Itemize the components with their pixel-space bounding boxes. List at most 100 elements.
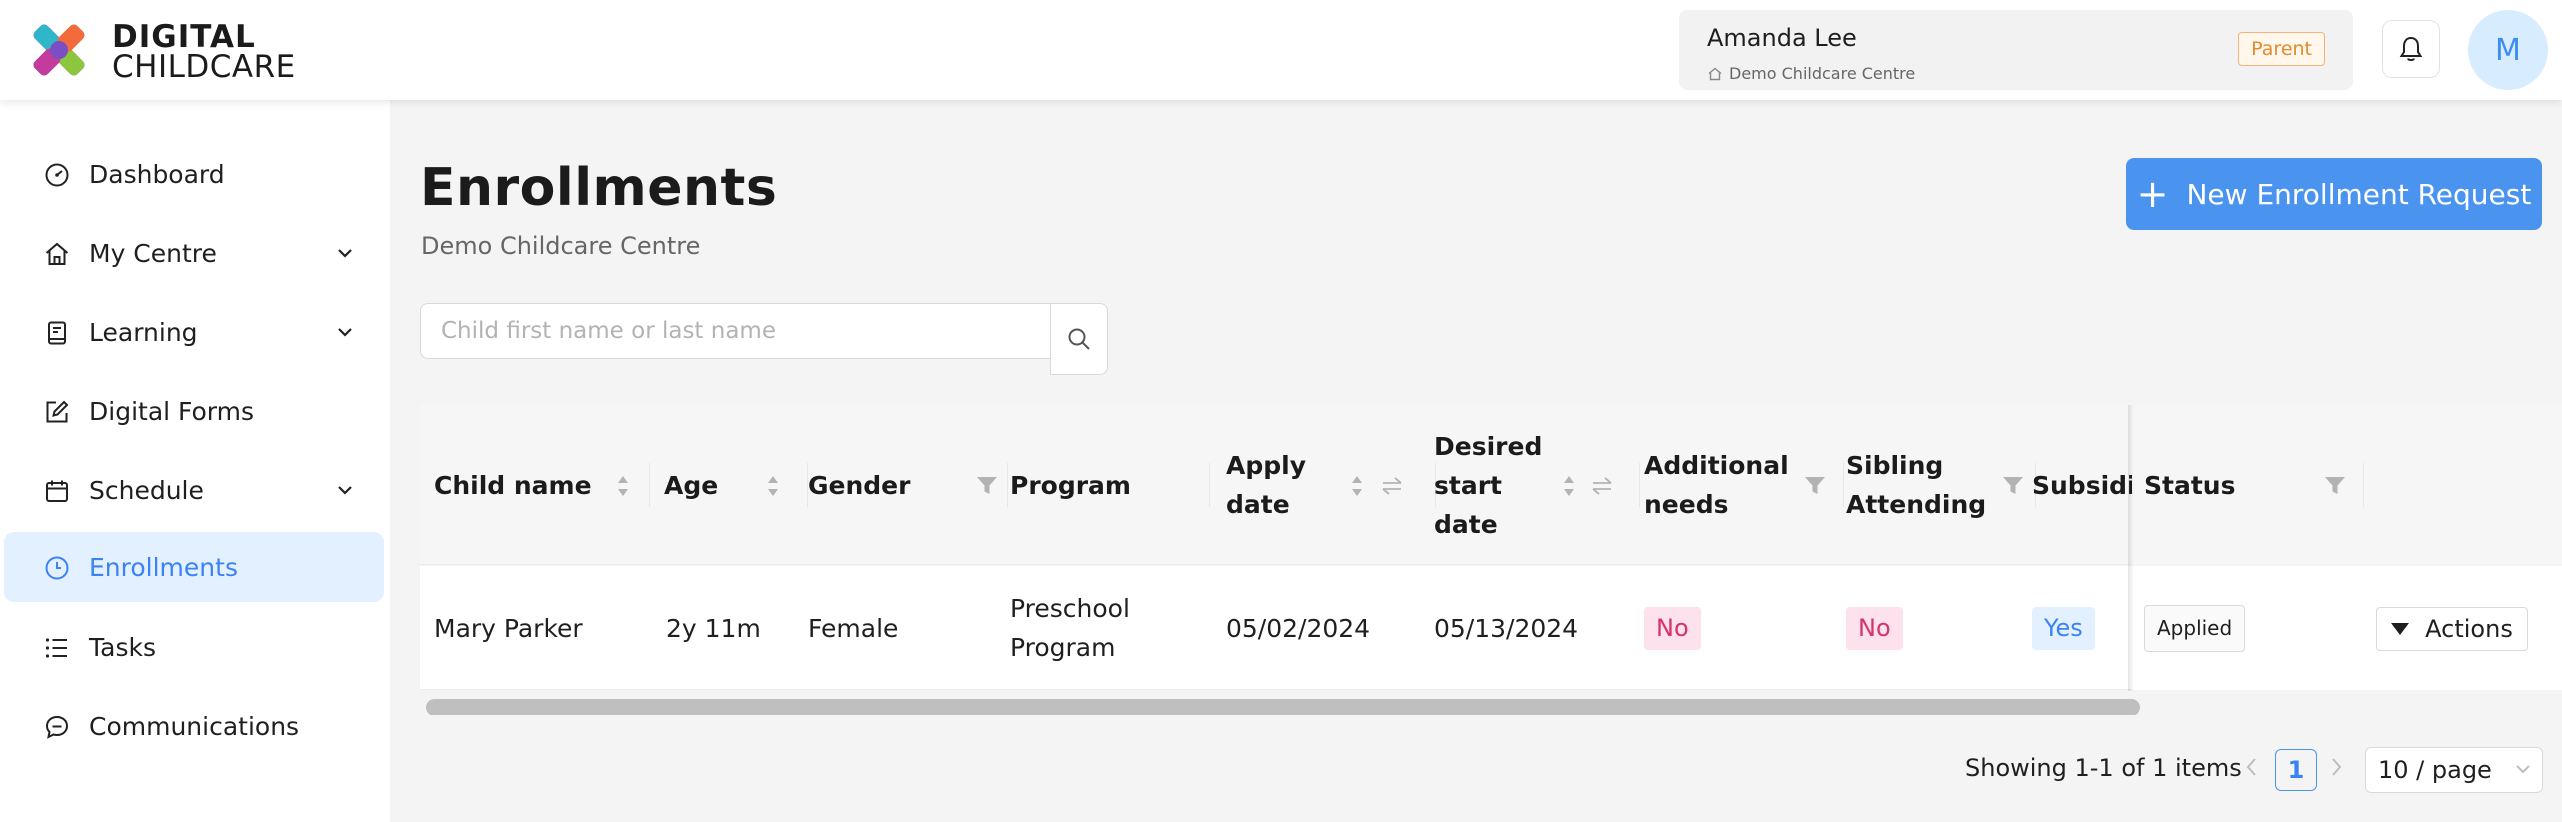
search-icon [1068,328,1090,350]
sidebar-item-label: Digital Forms [89,396,255,426]
sidebar-item-label: Schedule [89,475,204,505]
role-badge: Parent [2238,32,2325,66]
filter-icon[interactable] [1804,476,1826,496]
page-title: Enrollments [420,158,778,218]
cell-additional-needs: No [1644,566,1701,690]
cell-subsidized: Yes [2032,566,2095,690]
filter-icon[interactable] [2002,476,2024,496]
brand-name-line1: DIGITAL [112,19,256,55]
swap-arrows-icon[interactable] [1380,475,1404,497]
new-enrollment-request-button[interactable]: + New Enrollment Request [2126,158,2542,230]
puzzle-logo-icon [33,24,85,76]
filter-icon[interactable] [976,476,998,496]
enrollment-clock-icon [45,556,69,580]
subsidized-tag: Yes [2032,606,2095,650]
sidebar-item-tasks[interactable]: Tasks [4,612,384,682]
sidebar: Dashboard My Centre Learning Digital For… [0,100,390,822]
status-tag: Applied [2144,604,2246,652]
sidebar-item-dashboard[interactable]: Dashboard [4,139,384,209]
sort-icon[interactable] [1562,473,1576,499]
cell-status: Applied [2144,566,2246,690]
fixed-columns-header: Status [2132,405,2562,565]
user-name: Amanda Lee [1707,24,1857,52]
home-small-icon [1708,67,1722,80]
column-divider [649,463,650,507]
sidebar-item-my-centre[interactable]: My Centre [4,218,384,288]
cell-program: Preschool Program [1010,594,1130,662]
caret-down-icon [2391,623,2410,635]
column-header-gender[interactable]: Gender [808,405,1008,565]
sidebar-item-communications[interactable]: Communications [4,691,384,761]
fixed-column-shadow [2128,405,2134,691]
row-actions-button[interactable]: Actions [2376,607,2528,651]
column-divider [1007,463,1008,507]
sidebar-item-label: Communications [89,711,300,741]
book-icon [48,321,66,345]
filter-icon[interactable] [2324,476,2346,496]
sidebar-item-learning[interactable]: Learning [4,297,384,367]
brand-logo[interactable]: DIGITAL CHILDCARE [16,8,316,92]
search-button[interactable] [1050,303,1108,375]
column-header-label: Subsidiz [2032,470,2142,500]
chevron-left-icon [2246,758,2256,776]
calendar-icon [46,480,68,502]
column-header-label: Additional needs [1644,451,1789,519]
column-divider [2363,463,2364,507]
sidebar-item-digital-forms[interactable]: Digital Forms [4,376,384,446]
chevron-down-icon [338,249,352,258]
column-header-age[interactable]: Age [664,405,808,565]
page-size-value: 10 / page [2378,756,2492,784]
chevron-right-icon [2332,758,2342,776]
pagination-page-1[interactable]: 1 [2275,749,2317,791]
column-divider [1843,463,1844,507]
fixed-columns-row: Applied Actions [2132,566,2562,690]
plus-icon: + [2136,172,2169,216]
column-header-additional-needs[interactable]: Additional needs [1644,405,1844,565]
cell-child-name: Mary Parker [434,613,583,643]
swap-arrows-icon[interactable] [1590,475,1614,497]
column-header-subsidized: Subsidiz [2032,405,2142,565]
cell-apply-date: 05/02/2024 [1226,613,1371,643]
column-header-label: Status [2144,470,2236,500]
sidebar-item-label: Learning [89,317,198,347]
brand-name-line2: CHILDCARE [112,49,296,85]
sort-icon[interactable] [616,473,630,499]
column-header-status[interactable]: Status [2144,405,2364,565]
page-size-select[interactable]: 10 / page [2365,747,2543,793]
additional-needs-tag: No [1644,606,1701,650]
column-header-label: Program [1010,470,1131,500]
cell-age: 2y 11m [666,613,761,643]
cell-desired-start-date: 05/13/2024 [1434,613,1579,643]
sibling-attending-tag: No [1846,606,1903,650]
chevron-down-icon [338,328,352,337]
sort-icon[interactable] [1350,473,1364,499]
sidebar-item-label: Tasks [89,632,156,662]
column-header-sibling-attending[interactable]: Sibling Attending [1846,405,2036,565]
list-icon [45,638,67,658]
new-enrollment-request-label: New Enrollment Request [2186,177,2532,211]
sidebar-item-label: My Centre [89,238,217,268]
bell-icon [2399,36,2423,61]
chat-icon [45,715,69,739]
cell-sibling-attending: No [1846,566,1903,690]
home-icon [45,242,69,265]
top-header: DIGITAL CHILDCARE Amanda Lee Demo Childc… [0,0,2562,100]
sort-icon[interactable] [766,473,780,499]
page-subtitle: Demo Childcare Centre [421,232,701,260]
user-centre-switcher[interactable]: Amanda Lee Demo Childcare Centre Parent [1679,10,2353,90]
avatar[interactable]: M [2468,10,2548,90]
sidebar-item-enrollments[interactable]: Enrollments [4,532,384,602]
pagination-prev-button[interactable] [2244,756,2262,780]
dashboard-icon [45,163,69,187]
child-search-input[interactable] [420,303,1050,359]
column-header-label: Sibling Attending [1846,451,1987,519]
horizontal-scrollbar[interactable] [426,699,2140,715]
column-header-child-name[interactable]: Child name [434,405,650,565]
column-header-apply-date[interactable]: Apply date [1226,405,1436,565]
column-header-actions [2368,405,2558,565]
column-header-desired-start-date[interactable]: Desired start date [1434,405,1640,565]
notifications-button[interactable] [2382,20,2440,78]
pagination-next-button[interactable] [2330,756,2348,780]
column-header-label: Desired start date [1434,431,1543,539]
sidebar-item-schedule[interactable]: Schedule [4,455,384,525]
